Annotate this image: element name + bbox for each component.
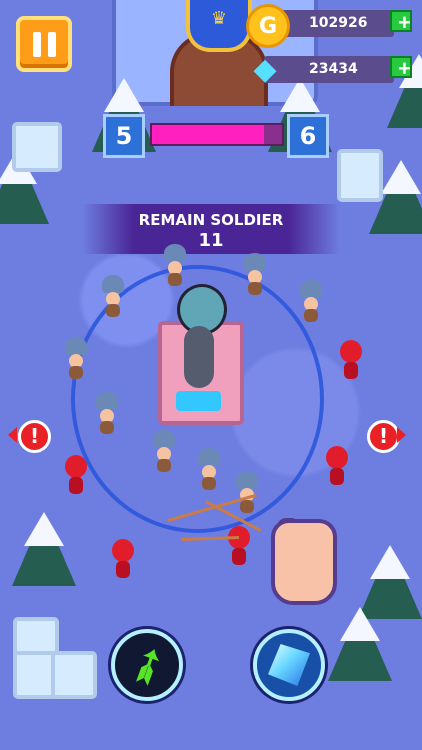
coin-count: 102926 bbox=[309, 15, 368, 31]
tower-cannon bbox=[184, 326, 214, 388]
allied-soldier bbox=[240, 253, 270, 295]
left-warning-icon: ! bbox=[18, 420, 51, 453]
game-screen: ♛ G 102926 + ◆ 23434 + 5 6 REMAIN SOLDIE… bbox=[0, 0, 422, 750]
enemy-soldier bbox=[109, 539, 137, 579]
pause-button[interactable] bbox=[16, 16, 72, 72]
arrow-volley-icon: ➶ bbox=[118, 633, 176, 697]
gem-icon: ◆ bbox=[253, 51, 277, 87]
crown-icon: ♛ bbox=[210, 8, 228, 29]
snow-tree bbox=[328, 607, 392, 681]
right-warning-arrow bbox=[397, 427, 406, 443]
remaining-soldiers-banner: REMAIN SOLDIER 11 bbox=[82, 204, 340, 254]
ice-crystal-skill-button[interactable] bbox=[253, 629, 325, 701]
ice-crystal-icon bbox=[268, 644, 310, 686]
enemy-soldier bbox=[225, 526, 253, 566]
gem-count: 23434 bbox=[309, 61, 358, 77]
current-level: 5 bbox=[103, 114, 145, 158]
allied-soldier bbox=[92, 392, 122, 434]
allied-soldier bbox=[296, 280, 326, 322]
allied-soldier bbox=[149, 430, 179, 472]
allied-soldier bbox=[160, 244, 190, 286]
arrow-volley-skill-button[interactable]: ➶ bbox=[111, 629, 183, 701]
allied-soldier bbox=[232, 471, 262, 513]
gem-counter: ◆ 23434 + bbox=[253, 52, 412, 87]
coin-counter: G 102926 + bbox=[246, 4, 412, 48]
level-progress-panel: 5 6 bbox=[103, 114, 329, 158]
right-warning-icon: ! bbox=[367, 420, 400, 453]
allied-soldier bbox=[61, 337, 91, 379]
left-warning-arrow bbox=[8, 427, 17, 443]
add-gems-button[interactable]: + bbox=[390, 56, 412, 80]
enemy-soldier bbox=[323, 446, 351, 486]
enemy-soldier bbox=[62, 455, 90, 495]
snow-block bbox=[51, 651, 97, 699]
allied-soldier bbox=[194, 448, 224, 490]
remaining-soldiers-title: REMAIN SOLDIER bbox=[138, 211, 284, 229]
pause-icon-left-bar bbox=[32, 31, 41, 57]
allied-soldier bbox=[98, 275, 128, 317]
tutorial-hand-icon bbox=[271, 519, 337, 605]
level-progress-fill bbox=[152, 125, 264, 144]
crown-crest: ♛ bbox=[186, 0, 252, 52]
tower-water bbox=[176, 391, 221, 411]
coin-icon: G bbox=[246, 4, 290, 48]
level-progress-bar bbox=[150, 123, 284, 146]
snow-block bbox=[337, 149, 383, 202]
snow-tree bbox=[12, 512, 76, 586]
enemy-soldier bbox=[337, 340, 365, 380]
pause-icon-right-bar bbox=[47, 31, 56, 57]
snow-block bbox=[12, 122, 62, 172]
next-level: 6 bbox=[287, 114, 329, 158]
add-coins-button[interactable]: + bbox=[390, 10, 412, 34]
remaining-soldiers-count: 11 bbox=[198, 230, 224, 251]
